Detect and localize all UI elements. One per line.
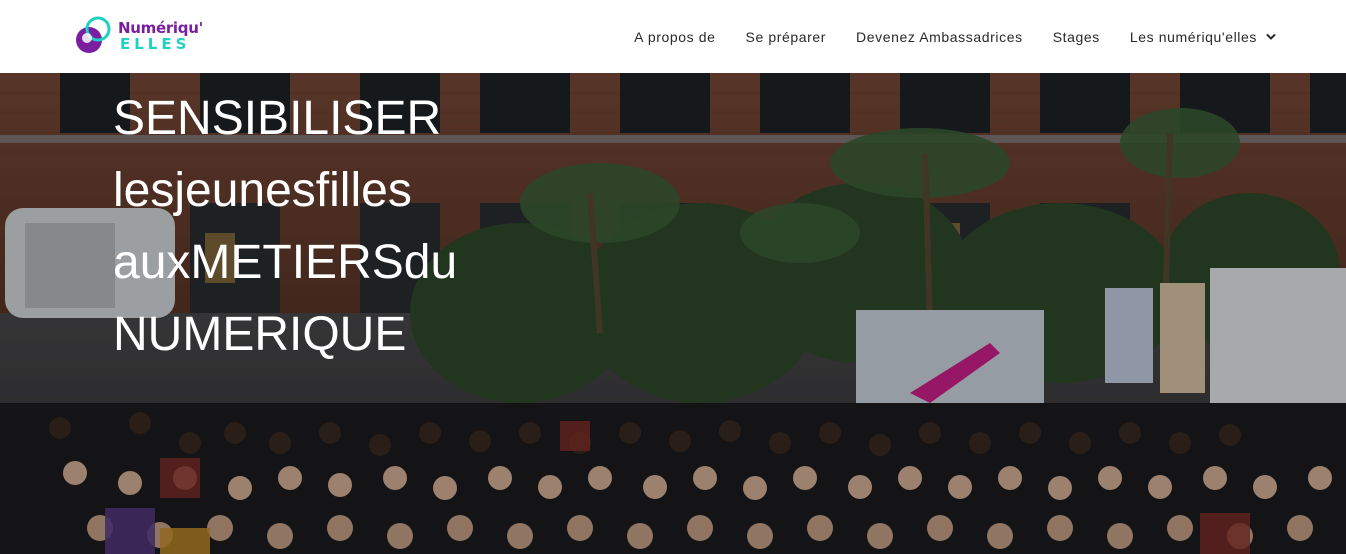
main-nav: A propos de Se préparer Devenez Ambassad…	[604, 0, 1276, 73]
chevron-down-icon	[1266, 33, 1276, 40]
nav-item-label: Les numériqu'elles	[1129, 28, 1257, 45]
site-header: Numériqu' ELLES A propos de Se préparer …	[0, 0, 1346, 73]
nav-item-les-numeriquelles[interactable]: Les numériqu'elles	[1130, 29, 1276, 45]
nav-item-se-preparer[interactable]: Se préparer	[746, 29, 827, 45]
hero-title-line: NUMERIQUE	[113, 308, 407, 361]
nav-item-a-propos[interactable]: A propos de	[634, 29, 715, 45]
site-logo[interactable]: Numériqu' ELLES	[74, 16, 203, 56]
nav-item-label: Se préparer	[745, 28, 827, 45]
hero-title-line: auxMETIERSdu	[113, 236, 458, 289]
nav-item-devenez-ambassadrices[interactable]: Devenez Ambassadrices	[856, 29, 1023, 45]
nav-item-label: Devenez Ambassadrices	[856, 28, 1023, 45]
hero-section: SENSIBILISER lesjeunesfilles auxMETIERSd…	[0, 73, 1346, 554]
hero-title-line: SENSIBILISER	[113, 92, 442, 145]
nav-item-label: A propos de	[634, 28, 716, 45]
nav-item-label: Stages	[1052, 28, 1100, 45]
hero-title-line: lesjeunesfilles	[113, 164, 412, 217]
logo-text-bottom: ELLES	[120, 35, 191, 53]
logo-mark-icon	[76, 16, 111, 53]
nav-item-stages[interactable]: Stages	[1053, 29, 1100, 45]
hero-title: SENSIBILISER lesjeunesfilles auxMETIERSd…	[113, 83, 533, 371]
